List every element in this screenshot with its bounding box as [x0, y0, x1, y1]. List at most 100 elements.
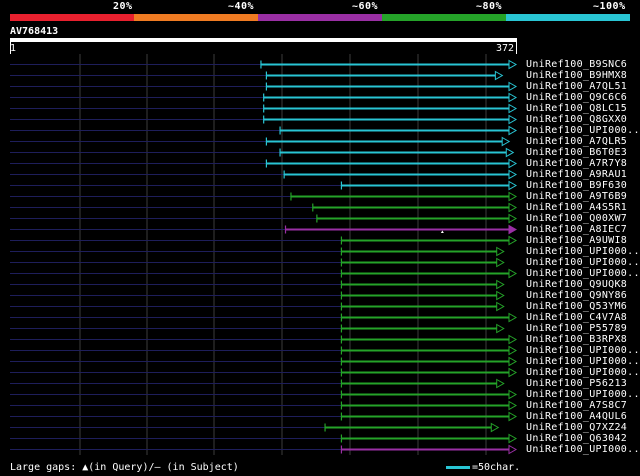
- hit-row-33[interactable]: [10, 422, 500, 433]
- hit-end-arrow: [496, 257, 505, 268]
- hit-row-7[interactable]: [10, 136, 511, 147]
- hit-label[interactable]: UniRef100_UPI000..: [526, 367, 640, 378]
- hit-row-21[interactable]: [10, 290, 505, 301]
- hit-end-arrow: [508, 367, 518, 378]
- hit-row-22[interactable]: [10, 301, 505, 312]
- hit-end-arrow: [494, 70, 504, 81]
- hit-row-29[interactable]: [10, 378, 505, 389]
- hit-end-arrow: [496, 301, 505, 312]
- hit-label[interactable]: UniRef100_A9RAU1: [526, 169, 627, 180]
- hit-row-23[interactable]: [10, 312, 518, 323]
- hit-label[interactable]: UniRef100_UPI000..: [526, 356, 640, 367]
- hit-end-arrow: [496, 246, 505, 257]
- hit-label[interactable]: UniRef100_Q9UQK8: [526, 279, 627, 290]
- hit-end-arrow: [508, 356, 518, 367]
- hit-label[interactable]: UniRef100_A4QUL6: [526, 411, 627, 422]
- hit-end-arrow: [508, 312, 518, 323]
- hit-row-8[interactable]: [10, 147, 515, 158]
- hit-row-15[interactable]: [10, 224, 518, 235]
- hit-row-1[interactable]: [10, 70, 504, 81]
- hit-row-17[interactable]: [10, 246, 505, 257]
- hit-label[interactable]: UniRef100_C4V7A8: [526, 312, 627, 323]
- hit-row-0[interactable]: [10, 59, 518, 70]
- hit-end-arrow: [508, 202, 518, 213]
- hit-end-arrow: [508, 158, 518, 169]
- hit-row-16[interactable]: [10, 235, 518, 246]
- hit-end-arrow: [508, 92, 518, 103]
- hit-end-arrow: [508, 169, 518, 180]
- hit-label[interactable]: UniRef100_A7QL51: [526, 81, 627, 92]
- hit-row-10[interactable]: [10, 169, 518, 180]
- hit-end-arrow: [496, 323, 505, 334]
- hit-row-18[interactable]: [10, 257, 505, 268]
- hit-label[interactable]: UniRef100_A7QLR5: [526, 136, 627, 147]
- hit-label[interactable]: UniRef100_B9SNC6: [526, 59, 627, 70]
- hit-row-20[interactable]: [10, 279, 505, 290]
- hit-row-2[interactable]: [10, 81, 518, 92]
- hit-end-arrow: [508, 103, 518, 114]
- hit-label[interactable]: UniRef100_Q8LC15: [526, 103, 627, 114]
- hit-label[interactable]: UniRef100_UPI000..: [526, 246, 640, 257]
- hit-row-30[interactable]: [10, 389, 518, 400]
- hit-end-arrow: [508, 224, 518, 235]
- hit-row-19[interactable]: [10, 268, 518, 279]
- hit-label[interactable]: UniRef100_A9T6B9: [526, 191, 627, 202]
- hit-end-arrow: [508, 114, 518, 125]
- hit-row-5[interactable]: [10, 114, 518, 125]
- hit-row-13[interactable]: [10, 202, 518, 213]
- hit-end-arrow: [508, 125, 518, 136]
- hit-label[interactable]: UniRef100_UPI000..: [526, 444, 640, 455]
- hit-label[interactable]: UniRef100_B9F630: [526, 180, 627, 191]
- hit-label[interactable]: UniRef100_UPI000..: [526, 389, 640, 400]
- legend-gaps-text: Large gaps: ▲(in Query)/— (in Subject): [10, 462, 239, 473]
- hit-label[interactable]: UniRef100_A9UWI8: [526, 235, 627, 246]
- hit-label[interactable]: UniRef100_UPI000..: [526, 268, 640, 279]
- hit-end-arrow: [508, 400, 518, 411]
- hit-row-24[interactable]: [10, 323, 505, 334]
- hit-label[interactable]: UniRef100_A4S5R1: [526, 202, 627, 213]
- hit-end-arrow: [508, 345, 518, 356]
- hit-label[interactable]: UniRef100_P56213: [526, 378, 627, 389]
- hit-end-arrow: [508, 268, 518, 279]
- hit-label[interactable]: UniRef100_A7S8C7: [526, 400, 627, 411]
- hit-label[interactable]: UniRef100_B9HMX8: [526, 70, 627, 81]
- hit-row-26[interactable]: [10, 345, 518, 356]
- hit-end-arrow: [501, 136, 511, 147]
- hit-label[interactable]: UniRef100_B3RPX8: [526, 334, 627, 345]
- hit-end-arrow: [508, 59, 518, 70]
- hit-row-14[interactable]: [10, 213, 518, 224]
- hit-end-arrow: [508, 411, 518, 422]
- hit-row-9[interactable]: [10, 158, 518, 169]
- hit-end-arrow: [508, 213, 518, 224]
- hit-label[interactable]: UniRef100_Q8GXX0: [526, 114, 627, 125]
- hit-label[interactable]: UniRef100_Q9NY86: [526, 290, 627, 301]
- hit-row-27[interactable]: [10, 356, 518, 367]
- hit-end-arrow: [508, 180, 518, 191]
- hit-row-3[interactable]: [10, 92, 518, 103]
- hit-row-32[interactable]: [10, 411, 518, 422]
- hit-label[interactable]: UniRef100_UPI000..: [526, 125, 640, 136]
- hit-label[interactable]: UniRef100_Q9C6C6: [526, 92, 627, 103]
- hit-label[interactable]: UniRef100_Q53YM6: [526, 301, 627, 312]
- hit-row-11[interactable]: [10, 180, 518, 191]
- hit-label[interactable]: UniRef100_Q00XW7: [526, 213, 627, 224]
- hit-row-12[interactable]: [10, 191, 518, 202]
- hit-label[interactable]: UniRef100_A7R7Y8: [526, 158, 627, 169]
- hit-row-28[interactable]: [10, 367, 518, 378]
- hit-row-4[interactable]: [10, 103, 518, 114]
- hit-label[interactable]: UniRef100_P55789: [526, 323, 627, 334]
- hit-label[interactable]: UniRef100_B6T0E3: [526, 147, 627, 158]
- hit-label[interactable]: UniRef100_UPI000..: [526, 257, 640, 268]
- hit-end-arrow: [508, 433, 518, 444]
- hit-end-arrow: [508, 389, 518, 400]
- hit-label[interactable]: UniRef100_A8IEC7: [526, 224, 627, 235]
- hit-label[interactable]: UniRef100_Q63042: [526, 433, 627, 444]
- hit-row-6[interactable]: [10, 125, 518, 136]
- hit-row-31[interactable]: [10, 400, 518, 411]
- hit-row-25[interactable]: [10, 334, 518, 345]
- hit-label[interactable]: UniRef100_Q7XZ24: [526, 422, 627, 433]
- hit-row-35[interactable]: [10, 444, 518, 455]
- hit-row-34[interactable]: [10, 433, 518, 444]
- hit-end-arrow: [505, 147, 515, 158]
- hit-label[interactable]: UniRef100_UPI000..: [526, 345, 640, 356]
